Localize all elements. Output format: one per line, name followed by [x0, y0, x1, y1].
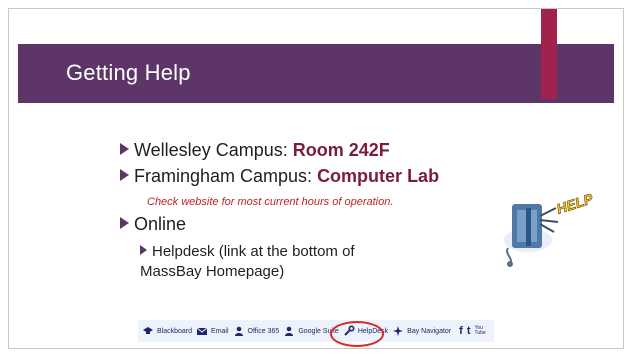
bullet-online: Online	[120, 214, 186, 235]
user-icon	[233, 325, 245, 337]
bullet-highlight: Room 242F	[292, 140, 390, 160]
slide-title: Getting Help	[66, 60, 191, 85]
bullet-text: Wellesley Campus:	[134, 140, 293, 160]
bullet-wellesley: Wellesley Campus: Room 242F	[120, 140, 390, 161]
accent-bar	[541, 9, 557, 99]
footer-social-twitter[interactable]: t	[467, 325, 471, 337]
twitter-icon: t	[466, 325, 471, 337]
footer-link-bar: Blackboard Email Office 365 Google Suite…	[138, 320, 494, 342]
bullet-arrow-icon	[120, 143, 129, 155]
bullet-text: Framingham Campus:	[134, 166, 318, 186]
graduation-cap-icon	[142, 325, 154, 337]
footer-link-bay-navigator[interactable]: Bay Navigator	[392, 325, 451, 337]
help-computer-clipart: HELP	[504, 190, 596, 267]
footer-link-email[interactable]: Email	[196, 325, 229, 337]
svg-text:HELP: HELP	[554, 190, 595, 217]
bullet-highlight: Computer Lab	[317, 166, 440, 186]
bullet-framingham: Framingham Campus: Computer Lab	[120, 166, 439, 187]
bullet-arrow-icon	[120, 217, 129, 229]
bullet-text: Online	[134, 214, 187, 234]
user-icon	[283, 325, 295, 337]
footer-social-youtube[interactable]: You Tube	[474, 326, 486, 336]
footer-link-blackboard[interactable]: Blackboard	[142, 325, 192, 337]
bullet-text: Helpdesk (link at the bottom of MassBay …	[140, 243, 355, 280]
bullet-helpdesk: Helpdesk (link at the bottom of MassBay …	[140, 242, 415, 282]
youtube-icon: You Tube	[474, 325, 486, 336]
bullet-arrow-icon	[120, 169, 129, 181]
hours-note: Check website for most current hours of …	[147, 196, 394, 208]
footer-social-facebook[interactable]: f	[459, 325, 463, 337]
facebook-icon: f	[459, 325, 463, 337]
bullet-arrow-icon	[140, 245, 147, 255]
footer-link-office365[interactable]: Office 365	[233, 325, 279, 337]
helpdesk-highlight-circle	[330, 321, 384, 347]
envelope-icon	[196, 325, 208, 337]
compass-icon	[392, 325, 404, 337]
